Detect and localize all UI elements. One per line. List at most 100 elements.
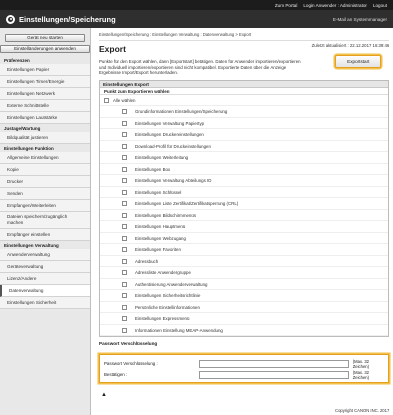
export-item-label: Adressbuch	[135, 258, 159, 264]
export-item-row[interactable]: Authentisierung Anwenderverwaltung	[100, 279, 389, 291]
export-item-row[interactable]: Download-Profil für Druckeinstellungen	[100, 141, 389, 153]
sidebar: Gerät neu starten Einstelländerungen anw…	[0, 28, 91, 415]
export-item-label: Adressliste Anwendergruppe	[135, 270, 191, 276]
page-description: Punkte für den Export wählen, dann [Expo…	[99, 59, 301, 76]
sidebar-item[interactable]: Externe Schnittstelle	[0, 100, 90, 112]
export-item-row[interactable]: Einstellungen Bildschirmmenüs	[100, 210, 389, 222]
export-item-checkbox[interactable]	[122, 304, 127, 310]
export-item-row[interactable]: Einstellungen Webzugang	[100, 233, 389, 245]
password-row: Passwort Verschlüsselung : (Max. 32 Zeic…	[104, 358, 384, 369]
sidebar-item[interactable]: Einstellungen Lautstärke	[0, 112, 90, 124]
sidebar-item[interactable]: Datenverwaltung	[0, 285, 90, 297]
sidebar-item[interactable]: Anwenderverwaltung	[0, 249, 90, 261]
export-item-label: Einstellungen Schlüssel	[135, 189, 182, 195]
logout-link[interactable]: Logout	[373, 3, 387, 8]
sidebar-item[interactable]: Einstellungen Papier	[0, 64, 90, 76]
scroll-top-icon[interactable]: ▲	[101, 392, 389, 398]
sidebar-item[interactable]: Einstellungen Netzwerk	[0, 88, 90, 100]
export-item-label: Einstellungen Druckereinstellungen	[135, 132, 204, 138]
sidebar-item[interactable]: Lizenz/Andere	[0, 273, 90, 285]
password-panel: Passwort Verschlüsselung : (Max. 32 Zeic…	[99, 354, 390, 384]
restart-device-button[interactable]: Gerät neu starten	[5, 34, 85, 42]
export-item-checkbox[interactable]	[122, 235, 127, 241]
export-item-checkbox[interactable]	[122, 201, 127, 207]
sidebar-item[interactable]: Empfänger einstellen	[0, 229, 90, 241]
export-item-checkbox[interactable]	[122, 224, 127, 230]
export-item-checkbox[interactable]	[122, 316, 127, 322]
export-item-row[interactable]: Einstellungen Hauptmenü	[100, 221, 389, 233]
export-item-row[interactable]: Einstellungen Weiterleitung	[100, 152, 389, 164]
breadcrumb: Einstellungen/Speicherung : Einstellunge…	[99, 32, 390, 41]
confirm-input[interactable]	[198, 370, 349, 379]
sidebar-item[interactable]: Allgemeine Einstellungen	[0, 152, 90, 164]
subpanel-title: Punkt zum Exportieren wählen	[100, 88, 389, 95]
export-item-label: Einstellungen Liste Zertifikat/Zertifika…	[135, 201, 239, 207]
export-item-row[interactable]: Adressliste Anwendergruppe	[100, 267, 389, 279]
confirm-hint: (Max. 32 Zeichen)	[352, 369, 369, 380]
export-item-row[interactable]: Adressbuch	[100, 256, 389, 268]
export-item-checkbox[interactable]	[122, 270, 127, 276]
select-all-checkbox[interactable]	[104, 97, 109, 103]
app-title: Einstellungen/Speicherung	[6, 14, 116, 24]
export-item-row[interactable]: Persönliche Einstellinformationen	[100, 302, 389, 314]
sidebar-item[interactable]: Einstellungen Timer/Energie	[0, 76, 90, 88]
password-label: Passwort Verschlüsselung :	[104, 361, 158, 367]
export-item-checkbox[interactable]	[122, 155, 127, 161]
export-item-checkbox[interactable]	[122, 120, 127, 126]
export-item-label: Einstellungen Verwaltung Papiertyp	[135, 120, 205, 126]
export-item-row[interactable]: Einstellungen Sicherheitsrichtlinie	[100, 290, 389, 302]
export-item-checkbox[interactable]	[122, 327, 127, 333]
sidebar-item[interactable]: Empfangen/Weiterleiten	[0, 200, 90, 212]
export-item-label: Persönliche Einstellinformationen	[135, 304, 200, 310]
sidebar-item[interactable]: Einstellungen Sicherheit	[0, 297, 90, 309]
select-all-row[interactable]: Alle wählen	[100, 95, 389, 107]
export-item-row[interactable]: Einstellungen Box	[100, 164, 389, 176]
export-item-label: Einstellungen Favoriten	[135, 247, 181, 253]
sidebar-section-title: Einstellungen Verwaltung	[4, 243, 59, 248]
sidebar-section-title: Einstellungen Funktion	[4, 146, 54, 151]
export-item-checkbox[interactable]	[122, 247, 127, 253]
confirm-row: Bestätigen : (Max. 32 Zeichen)	[104, 369, 384, 380]
export-item-row[interactable]: Einstellungen Liste Zertifikat/Zertifika…	[100, 198, 389, 210]
export-item-label: Einstellungen Bildschirmmenüs	[135, 212, 197, 218]
export-item-row[interactable]: Einstellungen Druckereinstellungen	[100, 129, 389, 141]
export-item-checkbox[interactable]	[122, 166, 127, 172]
export-item-checkbox[interactable]	[122, 281, 127, 287]
export-item-checkbox[interactable]	[122, 109, 127, 115]
export-item-label: Einstellungen Verwaltung Abteilungs ID	[135, 178, 212, 184]
export-item-row[interactable]: Einstellungen Schlüssel	[100, 187, 389, 199]
sidebar-item[interactable]: Kopie	[0, 164, 90, 176]
portal-link[interactable]: Zum Portal	[275, 3, 297, 8]
export-item-checkbox[interactable]	[122, 143, 127, 149]
export-start-button[interactable]: Exportstart	[335, 55, 382, 68]
export-item-checkbox[interactable]	[122, 132, 127, 138]
export-item-checkbox[interactable]	[122, 212, 127, 218]
export-item-row[interactable]: Einstellungen Expressmenü	[100, 313, 389, 325]
export-item-row[interactable]: Informationen Einstellung MEAP-Anwendung	[100, 325, 389, 337]
export-settings-panel: Einstellungen Export Punkt zum Exportier…	[99, 79, 390, 338]
apply-settings-button[interactable]: Einstelländerungen anwenden	[0, 45, 90, 53]
login-user-text: Login Anwender : Administrator	[303, 2, 367, 8]
export-item-checkbox[interactable]	[122, 189, 127, 195]
export-item-checkbox[interactable]	[122, 258, 127, 264]
export-item-checkbox[interactable]	[122, 293, 127, 299]
export-item-row[interactable]: Einstellungen Verwaltung Abteilungs ID	[100, 175, 389, 187]
select-all-label: Alle wählen	[113, 97, 136, 103]
sidebar-item[interactable]: Geräteverwaltung	[0, 261, 90, 273]
email-admin-link[interactable]: E-Mail an Systemmanager	[333, 17, 387, 22]
sidebar-item[interactable]: Senden	[0, 188, 90, 200]
last-updated-text: Zuletzt aktualisiert : 22.12.2017 16:39:…	[311, 43, 390, 48]
export-item-label: Einstellungen Weiterleitung	[135, 155, 189, 161]
export-item-label: Informationen Einstellung MEAP-Anwendung	[135, 327, 223, 333]
sidebar-item[interactable]: Drucker	[0, 176, 90, 188]
export-item-row[interactable]: Einstellungen Favoriten	[100, 244, 389, 256]
export-item-label: Einstellungen Hauptmenü	[135, 224, 186, 230]
sidebar-item[interactable]: Bildqualität justieren	[0, 132, 90, 144]
sidebar-item[interactable]: Dateien speichern/zugänglich machen	[0, 212, 90, 229]
export-item-checkbox[interactable]	[122, 178, 127, 184]
panel-title: Einstellungen Export	[100, 80, 389, 88]
export-item-row[interactable]: Einstellungen Verwaltung Papiertyp	[100, 118, 389, 130]
sidebar-section-title: Justage/Wartung	[4, 126, 41, 131]
password-input[interactable]	[198, 359, 349, 368]
export-item-row[interactable]: Grundinformationen Einstellungen/Speiche…	[100, 106, 389, 118]
